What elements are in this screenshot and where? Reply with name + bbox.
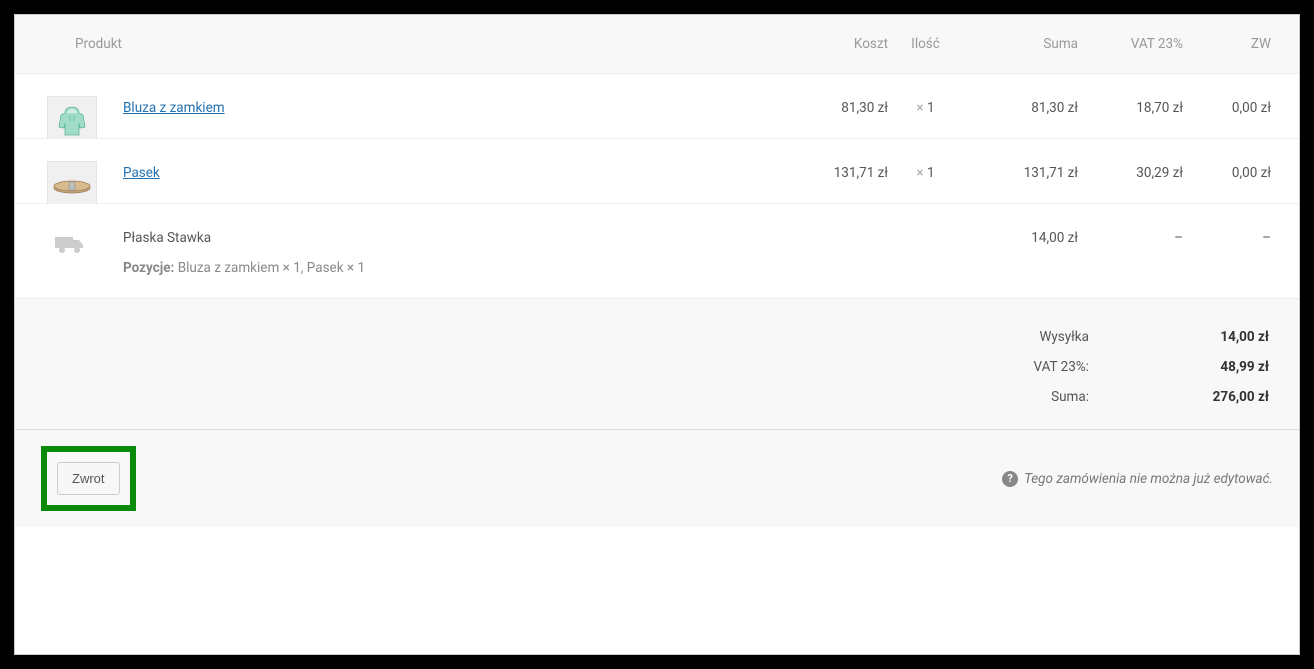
refund-highlight: Zwrot [41, 446, 136, 511]
table-header: Produkt Koszt Ilość Suma VAT 23% ZW [15, 15, 1299, 74]
header-sum: Suma [963, 36, 1078, 52]
edit-note: ? Tego zamówienia nie można już edytować… [1002, 471, 1273, 487]
order-items-panel: Produkt Koszt Ilość Suma VAT 23% ZW Bluz… [14, 14, 1300, 655]
cell-zw: 0,00 zł [1183, 161, 1283, 181]
cell-zw: 0,00 zł [1183, 96, 1283, 116]
refund-button[interactable]: Zwrot [57, 462, 120, 495]
header-zw: ZW [1183, 36, 1283, 52]
header-vat: VAT 23% [1078, 36, 1183, 52]
shipping-row: Płaska Stawka Pozycje: Bluza z zamkiem ×… [15, 204, 1299, 299]
cell-sum: 131,71 zł [963, 161, 1078, 181]
hoodie-icon [54, 103, 90, 139]
total-shipping: Wysyłka 14,00 zł [45, 329, 1269, 345]
shipping-vat: – [1078, 226, 1183, 246]
cell-qty: × 1 [888, 96, 963, 116]
help-icon[interactable]: ? [1002, 471, 1018, 487]
header-cost: Koszt [778, 36, 888, 52]
table-row: Pasek 131,71 zł × 1 131,71 zł 30,29 zł 0… [15, 139, 1299, 204]
panel-footer: Zwrot ? Tego zamówienia nie można już ed… [15, 429, 1299, 527]
cell-cost: 131,71 zł [778, 161, 888, 181]
truck-icon [55, 234, 85, 258]
product-link[interactable]: Pasek [123, 165, 160, 181]
cell-qty: × 1 [888, 161, 963, 181]
cell-vat: 30,29 zł [1078, 161, 1183, 181]
belt-icon [51, 177, 93, 195]
cell-cost: 81,30 zł [778, 96, 888, 116]
cell-vat: 18,70 zł [1078, 96, 1183, 116]
totals-section: Wysyłka 14,00 zł VAT 23%: 48,99 zł Suma:… [15, 299, 1299, 429]
total-sum: Suma: 276,00 zł [45, 389, 1269, 405]
shipping-title: Płaska Stawka [123, 230, 778, 246]
shipping-sum: 14,00 zł [963, 226, 1078, 246]
product-link[interactable]: Bluza z zamkiem [123, 100, 225, 116]
total-vat: VAT 23%: 48,99 zł [45, 359, 1269, 375]
table-row: Bluza z zamkiem 81,30 zł × 1 81,30 zł 18… [15, 74, 1299, 139]
header-qty: Ilość [888, 36, 963, 52]
shipping-zw: – [1183, 226, 1283, 246]
shipping-items: Pozycje: Bluza z zamkiem × 1, Pasek × 1 [123, 260, 778, 276]
cell-sum: 81,30 zł [963, 96, 1078, 116]
header-product: Produkt [75, 36, 778, 52]
